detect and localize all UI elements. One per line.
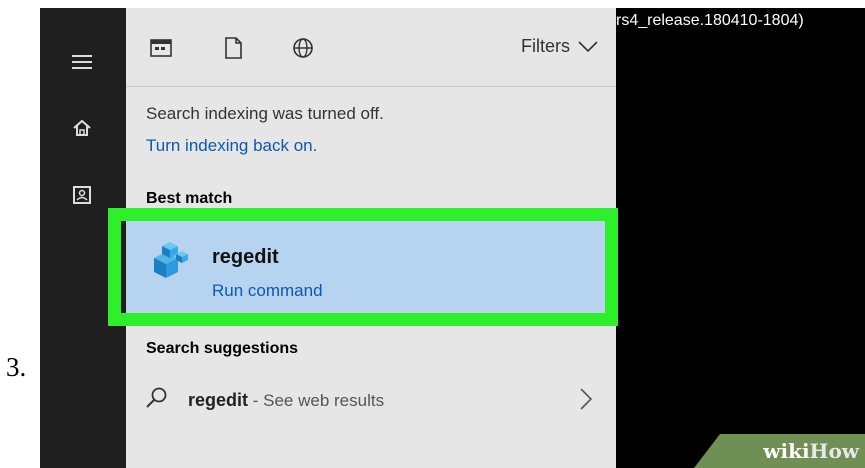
hamburger-icon[interactable] [68,48,96,76]
suggestion-query: regedit [188,390,249,410]
indexing-notice: Search indexing was turned off. [146,104,384,123]
turn-indexing-on-link[interactable]: Turn indexing back on. [146,136,317,156]
chevron-down-icon [578,40,598,52]
home-icon[interactable] [68,114,96,142]
watermark-wiki: wiki [763,439,810,463]
best-match-label: Best match [146,190,233,207]
suggestion-suffix: - See web results [248,391,385,410]
wikihow-watermark: wiki How [694,434,865,468]
document-icon[interactable] [68,181,96,209]
web-icon[interactable] [290,35,316,61]
background-build-text: rs4_release.180410-1804) [616,12,804,29]
highlight-frame [108,208,618,326]
chevron-right-icon [580,388,593,415]
search-topbar: Filters [126,8,616,87]
document-icon[interactable] [220,35,246,61]
apps-icon[interactable] [148,35,174,61]
web-suggestion-item[interactable]: regedit - See web results [126,376,616,424]
filters-dropdown[interactable]: Filters [521,36,598,57]
search-icon [144,386,168,415]
search-suggestions-label: Search suggestions [146,340,299,357]
filters-label: Filters [521,36,570,56]
step-number: 3. [6,352,27,382]
suggestion-text: regedit - See web results [188,390,384,411]
watermark-how: How [809,439,859,463]
